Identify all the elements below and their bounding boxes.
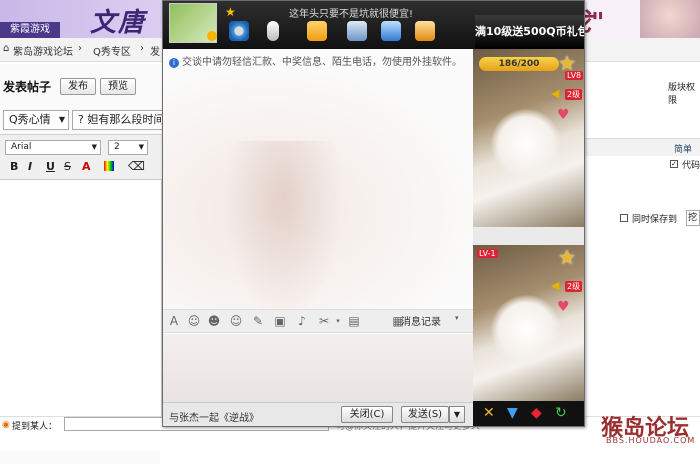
underline-button[interactable]: U [46, 160, 55, 173]
footer-ad-text[interactable]: 与张杰一起《逆战》 [169, 409, 259, 424]
magic-emoji-icon[interactable]: ☻ [207, 314, 221, 328]
site-watermark-url: BBS.HOUDAO.COM [606, 436, 696, 445]
emoji-icon[interactable]: ☺ [187, 314, 201, 328]
font-color-button[interactable]: A [82, 160, 91, 173]
save-also-checkbox[interactable] [620, 214, 628, 222]
font-select[interactable]: Arial ▼ [5, 140, 101, 155]
category-select[interactable]: Q秀心情 ▼ [3, 110, 69, 130]
send-button[interactable]: 发送(S) [401, 406, 449, 423]
remote-desktop-icon[interactable] [381, 21, 401, 41]
show-panel: 186/200 ★ LV8 ◀ 2级 ♥ LV-1 ★ ◀ 2级 ♥ ✕ ▼ ◆… [473, 49, 584, 426]
chat-window[interactable]: ★ 这年头只要不是坑就很便宜! 满10级送500Q币礼包 i 交谈中请勿轻信汇款、… [162, 0, 585, 427]
dress-image [491, 295, 561, 365]
code-label: 代码 [682, 161, 700, 171]
preview-button[interactable]: 预览 [100, 78, 136, 95]
chevron-down-icon: ▼ [138, 143, 144, 151]
grade-badge: 2级 [565, 89, 583, 100]
bold-button[interactable]: B [10, 160, 18, 173]
dress-image [491, 109, 561, 179]
music-icon[interactable]: ♪ [295, 314, 309, 328]
mode-bar: 简单 [584, 138, 700, 156]
score-bar: 186/200 [479, 57, 559, 71]
right-panel: 版块权限 简单 ✓ 代码 同时保存到 挖 [584, 64, 700, 444]
screenshot-icon[interactable]: ✂ [317, 314, 331, 328]
code-checkbox[interactable]: ✓ [670, 160, 678, 168]
breadcrumb-home[interactable]: 紫岛游戏论坛 [13, 43, 73, 58]
sticker-icon[interactable]: ☺ [229, 314, 243, 328]
star-icon: ★ [558, 245, 576, 269]
breadcrumb-section[interactable]: Q秀专区 [93, 43, 131, 58]
font-icon[interactable]: A [167, 314, 181, 328]
heart-icon[interactable]: ♥ [557, 107, 570, 123]
sword-icon[interactable]: ✕ [483, 405, 495, 421]
breadcrumb-separator: › [140, 43, 144, 54]
level-badge: LV8 [565, 71, 584, 80]
site-logo[interactable]: 紫霞游戏 [0, 22, 60, 38]
app-box-icon[interactable] [415, 21, 435, 41]
promo-banner[interactable]: 满10级送500Q币礼包 [475, 15, 584, 49]
send-file-icon[interactable] [307, 21, 327, 41]
chevron-down-icon: ▼ [58, 115, 65, 124]
breadcrumb-separator: › [78, 43, 82, 54]
send-options-dropdown[interactable]: ▼ [449, 406, 465, 423]
status-icon [207, 31, 217, 41]
application-icon[interactable] [347, 21, 367, 41]
eraser-icon[interactable]: ⌫ [128, 159, 145, 173]
category-value: Q秀心情 [9, 113, 51, 126]
page-title: 发表帖子 [3, 80, 52, 94]
close-button[interactable]: 关闭(C) [341, 406, 393, 423]
banner-title-left: 文唐 [90, 8, 147, 38]
background-color-icon[interactable] [104, 161, 114, 171]
notice-text: 交谈中请勿轻信汇款、中奖信息、陌生电话，勿使用外挂软件。 [182, 57, 462, 68]
publish-button[interactable]: 发布 [60, 78, 96, 95]
edit-icon[interactable]: ✎ [251, 314, 265, 328]
mention-label: 提到某人： [12, 422, 58, 432]
image-icon[interactable]: ▣ [273, 314, 287, 328]
gem-icon[interactable]: ◆ [531, 405, 542, 421]
mention-icon: ◉ [2, 420, 10, 430]
info-icon: i [169, 58, 179, 68]
more-apps-icon[interactable]: ▤ [347, 314, 361, 328]
italic-button[interactable]: I [28, 160, 32, 173]
strikethrough-button[interactable]: S [64, 160, 71, 173]
show-action-bar: ✕ ▼ ◆ ↻ [473, 401, 584, 426]
editor-body[interactable] [0, 180, 162, 416]
size-value: 2 [114, 142, 120, 152]
message-input[interactable] [163, 334, 473, 402]
chevron-down-icon[interactable]: ▾ [331, 314, 345, 328]
banner-character-image [640, 0, 700, 38]
message-history-button[interactable]: 消息记录 [401, 313, 441, 328]
home-icon[interactable]: ⌂ [3, 43, 9, 54]
save-also-label: 同时保存到 [632, 215, 678, 225]
simple-mode-link[interactable]: 简单 [674, 142, 692, 155]
grade-badge: 2级 [565, 281, 583, 292]
chevron-down-icon: ▼ [91, 143, 97, 151]
security-notice: i 交谈中请勿轻信汇款、中奖信息、陌生电话，勿使用外挂软件。 [169, 53, 462, 68]
level-badge: LV-1 [477, 249, 498, 258]
speaker-icon[interactable]: ◀ [551, 87, 559, 100]
chevron-down-icon[interactable]: ▾ [455, 314, 459, 322]
chat-signature: 这年头只要不是坑就很便宜! [289, 9, 414, 20]
size-select[interactable]: 2 ▼ [108, 140, 148, 155]
my-show-image[interactable]: LV-1 ★ ◀ 2级 ♥ [473, 245, 584, 401]
star-icon: ★ [225, 5, 236, 19]
block-permission-label: 版块权限 [668, 83, 696, 106]
breadcrumb-current: 发 [150, 47, 160, 58]
speaker-icon[interactable]: ◀ [551, 279, 559, 292]
chat-header: ★ 这年头只要不是坑就很便宜! 满10级送500Q币礼包 [163, 1, 584, 49]
chat-background-image [223, 141, 343, 321]
editor-toolbar: Arial ▼ 2 ▼ B I U S A ⌫ [0, 134, 162, 180]
subject-input[interactable]: ? 妲有那么段时间 [72, 110, 164, 130]
video-call-icon[interactable] [229, 21, 249, 41]
clothing-icon[interactable]: ▼ [507, 405, 518, 421]
microphone-icon[interactable] [267, 21, 279, 41]
heart-icon[interactable]: ♥ [557, 299, 570, 315]
font-value: Arial [11, 142, 32, 152]
contact-show-image[interactable]: 186/200 ★ LV8 ◀ 2级 ♥ [473, 49, 584, 227]
save-target-select[interactable]: 挖 [686, 210, 700, 226]
refresh-icon[interactable]: ↻ [555, 405, 567, 421]
